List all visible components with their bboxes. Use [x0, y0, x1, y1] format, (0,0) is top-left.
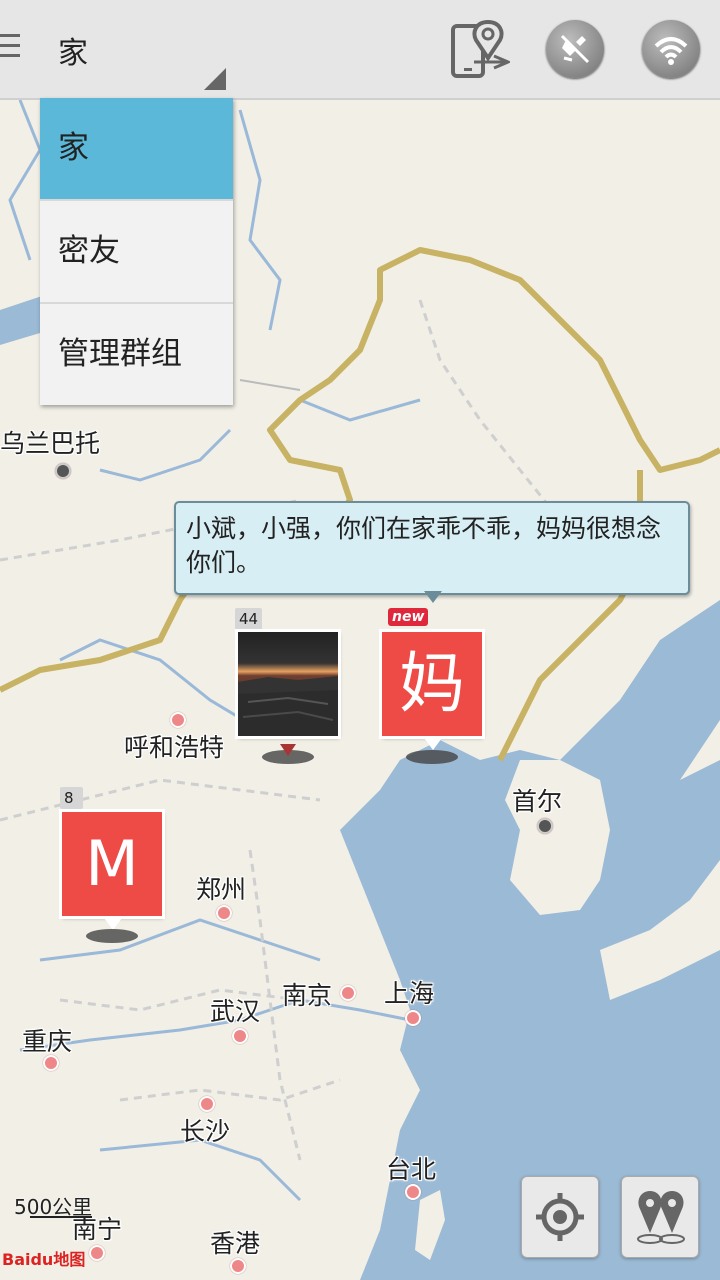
bubble-tail: [424, 591, 442, 603]
city-label-zhengzhou: 郑州: [196, 875, 247, 904]
message-bubble[interactable]: 小斌，小强，你们在家乖不乖，妈妈很想念你们。: [174, 501, 690, 595]
city-dot: [537, 818, 553, 834]
city-dot: [232, 1028, 248, 1044]
city-dot: [199, 1096, 215, 1112]
city-dot: [230, 1258, 246, 1274]
city-dot: [405, 1184, 421, 1200]
city-label-shanghai: 上海: [384, 979, 435, 1008]
menu-icon[interactable]: [0, 34, 20, 64]
city-dot: [170, 712, 186, 728]
dropdown-item-family[interactable]: 家: [40, 98, 233, 201]
map-scale-bar: [30, 1216, 92, 1218]
pins-button[interactable]: [621, 1176, 699, 1258]
wifi-icon[interactable]: [642, 20, 700, 78]
marker-avatar-m: M: [62, 812, 162, 916]
city-label-ulaanbaatar: 乌兰巴托: [0, 429, 101, 458]
marker-avatar-mom: 妈: [382, 632, 482, 736]
phone-location-icon[interactable]: [450, 18, 512, 80]
city-label-hohhot: 呼和浩特: [124, 733, 225, 762]
marker-time-tag: 44分以前: [235, 608, 263, 694]
marker-shadow: [406, 750, 458, 764]
message-text: 小斌，小强，你们在家乖不乖，妈妈很想念你们。: [186, 514, 662, 577]
group-selected-value: 家: [58, 36, 88, 71]
marker-shadow: [86, 929, 138, 943]
city-label-seoul: 首尔: [512, 787, 563, 816]
dropdown-item-manage-groups[interactable]: 管理群组: [40, 304, 233, 405]
group-spinner[interactable]: 家: [40, 0, 226, 92]
city-dot: [216, 905, 232, 921]
gps-off-icon[interactable]: [546, 20, 604, 78]
dropdown-item-close-friends[interactable]: 密友: [40, 201, 233, 304]
top-bar: 家: [0, 0, 720, 100]
city-label-nanjing: 南京: [282, 981, 333, 1010]
city-dot: [89, 1245, 105, 1261]
marker-time-tag: 8分以前: [60, 787, 83, 873]
locate-icon: [536, 1193, 584, 1241]
city-dot: [405, 1010, 421, 1026]
group-dropdown: 家 密友 管理群组: [40, 98, 233, 405]
city-label-chongqing: 重庆: [22, 1027, 73, 1056]
city-label-hongkong: 香港: [210, 1229, 261, 1258]
locate-button[interactable]: [521, 1176, 599, 1258]
pins-icon: [637, 1191, 685, 1244]
city-label-taipei: 台北: [386, 1155, 437, 1184]
city-dot: [340, 985, 356, 1001]
marker-pointer: [280, 744, 296, 756]
new-badge: new: [388, 608, 429, 626]
spinner-triangle-icon: [204, 68, 226, 90]
marker-pointer: [424, 738, 442, 750]
city-dot: [55, 463, 71, 479]
baidu-map-logo: Baidu地图: [2, 1250, 86, 1269]
city-label-wuhan: 武汉: [210, 997, 261, 1026]
city-label-changsha: 长沙: [180, 1117, 231, 1146]
marker-photo: [238, 632, 338, 736]
